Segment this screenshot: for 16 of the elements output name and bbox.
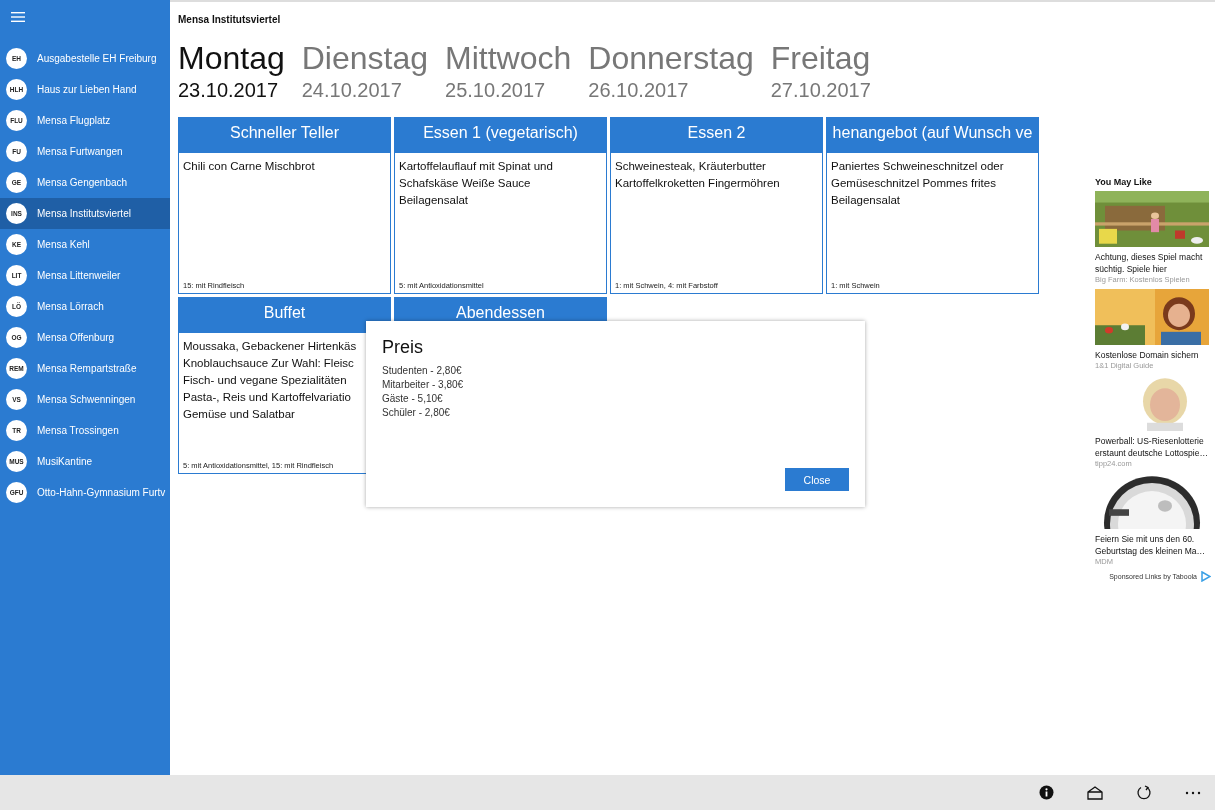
price-line: Gäste - 5,10€ (382, 392, 444, 406)
meal-description: Kartoffelauflauf mit Spinat und Schafskäse Weiße Sauce Beilagensalat (399, 159, 554, 208)
meal-description: Schweinesteak, Kräuterbutter Kartoffelkroketten Fingermöhren (615, 159, 781, 191)
price-line: Studenten - 2,80€ (382, 364, 463, 378)
page-title: Mensa Institutsviertel (178, 14, 282, 25)
price-line: Mitarbeiter - 3,80€ (382, 378, 465, 392)
meal-title: Essen 2 (611, 118, 822, 153)
ads-heading: You May Like (1095, 177, 1153, 187)
meal-title: Schneller Teller (179, 118, 390, 153)
meal-title: henangebot (auf Wunsch ve (827, 118, 1038, 153)
meal-description: Chili con Carne Mischbrot (183, 159, 316, 174)
price-line: Schüler - 2,80€ (382, 406, 451, 420)
meal-description: Paniertes Schweineschnitzel oder Gemüseschnitzel Pommes frites Beilagensalat (831, 159, 1005, 208)
meal-title: Buffet (179, 298, 390, 333)
meal-title: Essen 1 (vegetarisch) (395, 118, 606, 153)
dialog-title: Preis (382, 337, 424, 358)
